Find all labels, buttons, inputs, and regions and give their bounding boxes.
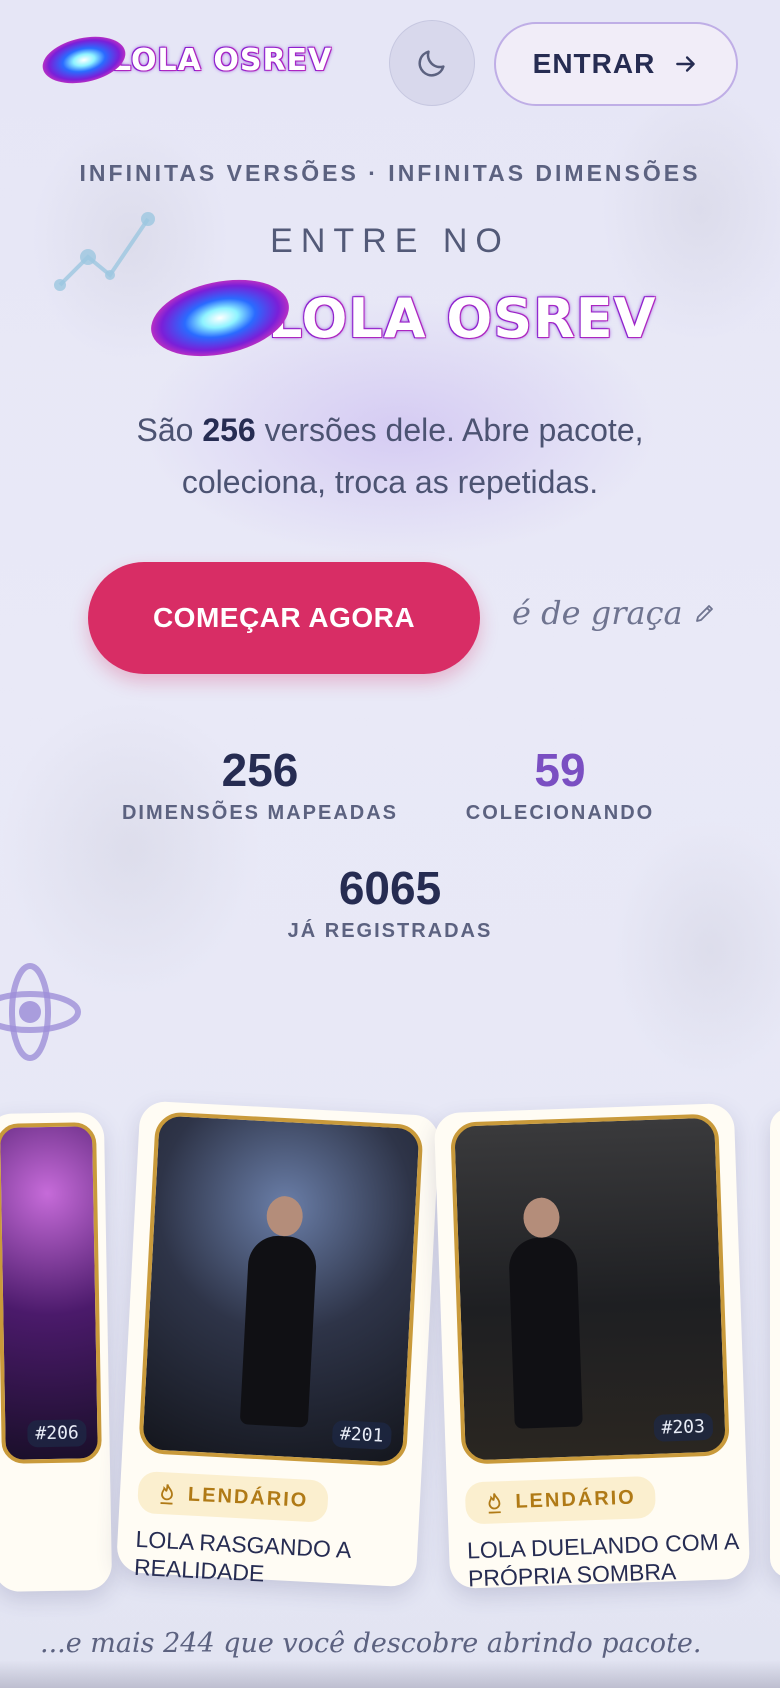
hero-lead-line2: coleciona, troca as repetidas.: [181, 464, 599, 500]
stat-value: 256: [221, 744, 299, 796]
portal-logo-icon: [38, 29, 130, 91]
stat-value: 6065: [338, 862, 442, 914]
stat-label: COLECIONANDO: [465, 802, 655, 824]
card-206[interactable]: #206: [0, 1112, 113, 1592]
rarity-label: LENDÁRIO: [187, 1483, 309, 1512]
card-image: #206: [0, 1122, 102, 1464]
bottom-fade: [0, 1660, 780, 1688]
flame-icon: [160, 1484, 173, 1505]
card-image: #201: [138, 1111, 424, 1467]
moon-icon: [418, 50, 445, 77]
hero-lead-line1: São 256 versões dele. Abre pacote,: [136, 412, 644, 448]
start-now-button[interactable]: COMEÇAR AGORA: [88, 562, 480, 674]
hero-logo-text: LOLA OSREV: [268, 286, 657, 350]
atom-icon: [0, 963, 81, 1061]
card-203[interactable]: #203 LENDÁRIO LOLA DUELANDO COM A PRÓPRI…: [433, 1102, 751, 1592]
hero-tagline: INFINITAS VERSÕES · INFINITAS DIMENSÕES: [79, 160, 701, 186]
hero-enter-label: ENTRE NO: [270, 222, 510, 260]
stat-label: JÁ REGISTRADAS: [287, 920, 493, 942]
login-button-label: ENTRAR: [532, 48, 656, 79]
hero-lead: São 256 versões dele. Abre pacote, colec…: [0, 404, 780, 508]
flame-icon: [488, 1493, 501, 1514]
arrow-right-icon: [676, 56, 696, 72]
top-header: LOLA OSREV ENTRAR: [0, 0, 780, 130]
card-figure: [239, 1234, 318, 1428]
free-note-text: é de graça: [512, 594, 683, 632]
card-title: LOLA DUELANDO COM A PRÓPRIA SOMBRA: [466, 1527, 740, 1592]
stat-registered: 6065 JÁ REGISTRADAS: [240, 862, 540, 943]
rarity-badge: LENDÁRIO: [136, 1470, 330, 1523]
more-cards-note: ...e mais 244 que você descobre abrindo …: [40, 1628, 702, 1659]
stat-dimensions: 256 DIMENSÕES MAPEADAS: [110, 744, 410, 825]
card-201[interactable]: #201 LENDÁRIO LOLA RASGANDO A REALIDADE: [115, 1100, 441, 1588]
brand-logo[interactable]: LOLA OSREV: [38, 29, 333, 91]
hero-portal-icon: [144, 268, 296, 368]
card-image: #203: [450, 1113, 730, 1465]
theme-toggle-button[interactable]: [389, 20, 475, 106]
card-next-partial[interactable]: [770, 1108, 780, 1578]
hero-lead-count: 256: [202, 412, 256, 448]
rarity-badge: LENDÁRIO: [464, 1475, 657, 1525]
free-note: é de graça: [512, 594, 717, 632]
card-number: #206: [27, 1419, 88, 1448]
bg-face-mid-right: [610, 820, 780, 1080]
pencil-icon: [695, 605, 713, 622]
stat-value: 59: [534, 744, 586, 796]
card-figure: [508, 1236, 583, 1429]
card-number: #203: [653, 1412, 714, 1442]
stat-collecting: 59 COLECIONANDO: [440, 744, 680, 825]
stat-label: DIMENSÕES MAPEADAS: [121, 802, 399, 824]
brand-logo-text: LOLA OSREV: [112, 42, 333, 78]
hero-logo: LOLA OSREV: [144, 268, 657, 368]
login-button[interactable]: ENTRAR: [494, 22, 738, 106]
card-title: LOLA RASGANDO A REALIDADE: [133, 1525, 353, 1587]
card-number: #201: [331, 1419, 393, 1451]
rarity-label: LENDÁRIO: [514, 1486, 637, 1513]
